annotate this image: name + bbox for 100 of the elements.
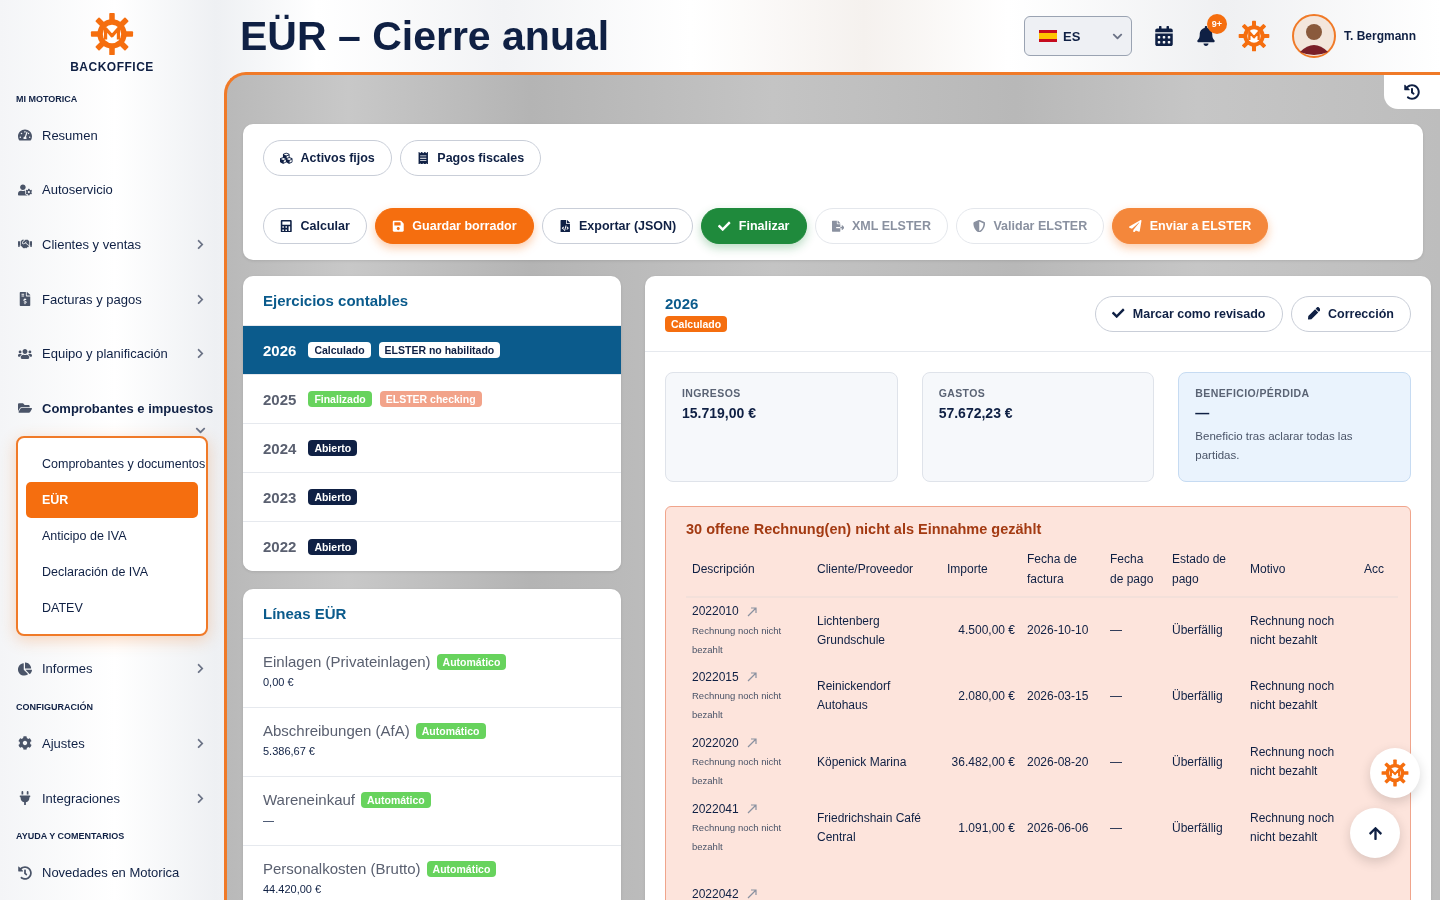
- submenu-item[interactable]: Anticipo de IVA: [26, 517, 198, 554]
- year-row[interactable]: 2024 Abierto: [243, 424, 621, 473]
- nav-item[interactable]: Integraciones: [0, 770, 224, 826]
- action-button[interactable]: Activos fijos: [263, 140, 392, 176]
- calculator-icon: [280, 219, 293, 233]
- table-cell-text: Köpenick Marina: [816, 753, 908, 771]
- year-row[interactable]: 2026 Calculado ELSTER no habilitado: [243, 326, 621, 375]
- app-logo-icon: [1238, 20, 1270, 52]
- avatar[interactable]: [1292, 14, 1336, 58]
- invoice-note: Rechnung noch nicht bezahlt: [692, 689, 783, 723]
- column-header: Descripción: [686, 543, 811, 597]
- nav-item[interactable]: Resumen: [0, 108, 224, 163]
- submenu-item[interactable]: DATEV: [26, 589, 198, 626]
- shield-icon: [972, 219, 986, 233]
- year-label: 2022: [263, 538, 297, 555]
- year-row[interactable]: 2022 Abierto: [243, 522, 621, 571]
- table-cell-text: Rechnung noch nicht bezahlt: [1249, 678, 1336, 714]
- history-icon: [18, 865, 32, 880]
- nav-item[interactable]: Autoservicio: [0, 162, 224, 218]
- action-button[interactable]: Finalizar: [701, 208, 807, 244]
- table-cell: Rechnung noch nicht bezahlt: [1244, 597, 1358, 663]
- page-title: EÜR – Cierre anual: [240, 12, 611, 60]
- brand-name: BACKOFFICE: [70, 60, 154, 74]
- line-label: Personalkosten (Brutto): [263, 860, 421, 877]
- table-cell-text: Friedrichshain Café Central: [816, 810, 923, 846]
- notification-count: 9+: [1207, 14, 1227, 34]
- table-cell-text: Überfällig: [1171, 687, 1224, 705]
- nav-item[interactable]: Clientes y ventas: [0, 217, 224, 272]
- table-cell-text: —: [1109, 819, 1123, 837]
- table-cell: 2026-10-10: [1021, 597, 1104, 663]
- detail-year: 2026: [665, 295, 699, 312]
- nav-item[interactable]: Comprobantes e impuestos: [0, 380, 224, 436]
- auto-badge: Automático: [415, 722, 486, 739]
- table-cell-text: Überfällig: [1171, 819, 1224, 837]
- column-header: Cliente/Proveedor: [811, 543, 941, 597]
- invoice-note: Rechnung noch nicht bezahlt: [692, 821, 783, 855]
- folder-icon: [18, 401, 32, 416]
- cubes-icon: [280, 151, 293, 165]
- language-select[interactable]: ES: [1024, 16, 1132, 56]
- nav-item[interactable]: Facturas y pagos: [0, 271, 224, 327]
- nav-item[interactable]: Equipo y planificación: [0, 326, 224, 381]
- line-label: Einlagen (Privateinlagen): [263, 653, 431, 670]
- stat-value: —: [1195, 405, 1211, 421]
- table-cell-text: 36.482,00 €: [950, 753, 1016, 771]
- line-value: —: [263, 814, 275, 826]
- logo-icon: [90, 12, 134, 56]
- year-row[interactable]: 2025 Finalizado ELSTER checking: [243, 375, 621, 424]
- chevron-right-icon: [195, 293, 206, 305]
- action-button[interactable]: Corrección: [1290, 295, 1411, 332]
- table-cell-text: 2026-06-06: [1026, 819, 1090, 837]
- plug-icon: [18, 791, 32, 806]
- chevron-right-icon: [195, 737, 206, 749]
- file-export-icon: [831, 219, 844, 233]
- notification-bell-icon[interactable]: [1196, 26, 1216, 46]
- action-button[interactable]: Pagos fiscales: [399, 140, 542, 176]
- invoice-icon: [18, 292, 32, 307]
- submenu-item[interactable]: Declaración de IVA: [26, 553, 198, 590]
- chevron-right-icon: [195, 348, 206, 360]
- table-cell-text: 2.080,00 €: [957, 687, 1016, 705]
- action-button[interactable]: Marcar como revisado: [1095, 295, 1283, 332]
- nav-item[interactable]: Novedades en Motorica: [0, 845, 224, 900]
- submenu-item[interactable]: Comprobantes y documentos: [26, 445, 210, 482]
- status-badge: Calculado: [308, 342, 371, 358]
- invoice-number: 2022015: [692, 668, 739, 686]
- column-header: Acc: [1358, 543, 1398, 597]
- year-label: 2025: [263, 390, 297, 408]
- table-cell-text: —: [1109, 753, 1123, 771]
- action-button[interactable]: Exportar (JSON): [541, 208, 694, 244]
- nav-item[interactable]: Informes: [0, 641, 224, 697]
- table-cell-text: Rechnung noch nicht bezahlt: [1249, 810, 1336, 846]
- nav-item[interactable]: Ajustes: [0, 716, 224, 771]
- status-badge: Abierto: [308, 440, 358, 456]
- invoice-note: Rechnung noch nicht bezahlt: [692, 623, 783, 657]
- chevron-right-icon: [195, 663, 206, 675]
- card-title: Líneas EÜR: [243, 589, 621, 639]
- external-link-icon[interactable]: [746, 606, 757, 617]
- chevron-right-icon: [195, 239, 206, 250]
- external-link-icon[interactable]: [746, 738, 757, 748]
- action-button[interactable]: Calcular: [263, 208, 367, 244]
- section-title: MI MOTORICA: [15, 94, 79, 104]
- auto-badge: Automático: [426, 860, 497, 877]
- history-icon: [1404, 84, 1420, 100]
- alert-title: 30 offene Rechnung(en) nicht als Einnahme gezählt: [686, 521, 1043, 537]
- external-link-icon[interactable]: [746, 672, 757, 682]
- user-name: T. Bergmann: [1344, 29, 1416, 43]
- check-icon: [1112, 307, 1125, 320]
- stat-label: GASTOS: [938, 387, 987, 399]
- calendar-icon[interactable]: [1154, 26, 1174, 46]
- external-link-icon[interactable]: [746, 889, 757, 899]
- external-link-icon[interactable]: [746, 804, 757, 814]
- table-cell-text: —: [1109, 687, 1123, 705]
- stat-value: 15.719,00 €: [682, 405, 757, 421]
- table-cell-text: Rechnung noch nicht bezahlt: [1249, 744, 1336, 780]
- user-gear-icon: [18, 182, 32, 197]
- line-label: Wareneinkauf: [263, 791, 355, 808]
- stat-label: BENEFICIO/PÉRDIDA: [1195, 387, 1311, 399]
- stat-note: Beneficio tras aclarar todas las partidas.: [1195, 429, 1354, 463]
- year-row[interactable]: 2023 Abierto: [243, 473, 621, 522]
- year-label: 2023: [263, 488, 297, 506]
- history-button[interactable]: [1384, 75, 1440, 109]
